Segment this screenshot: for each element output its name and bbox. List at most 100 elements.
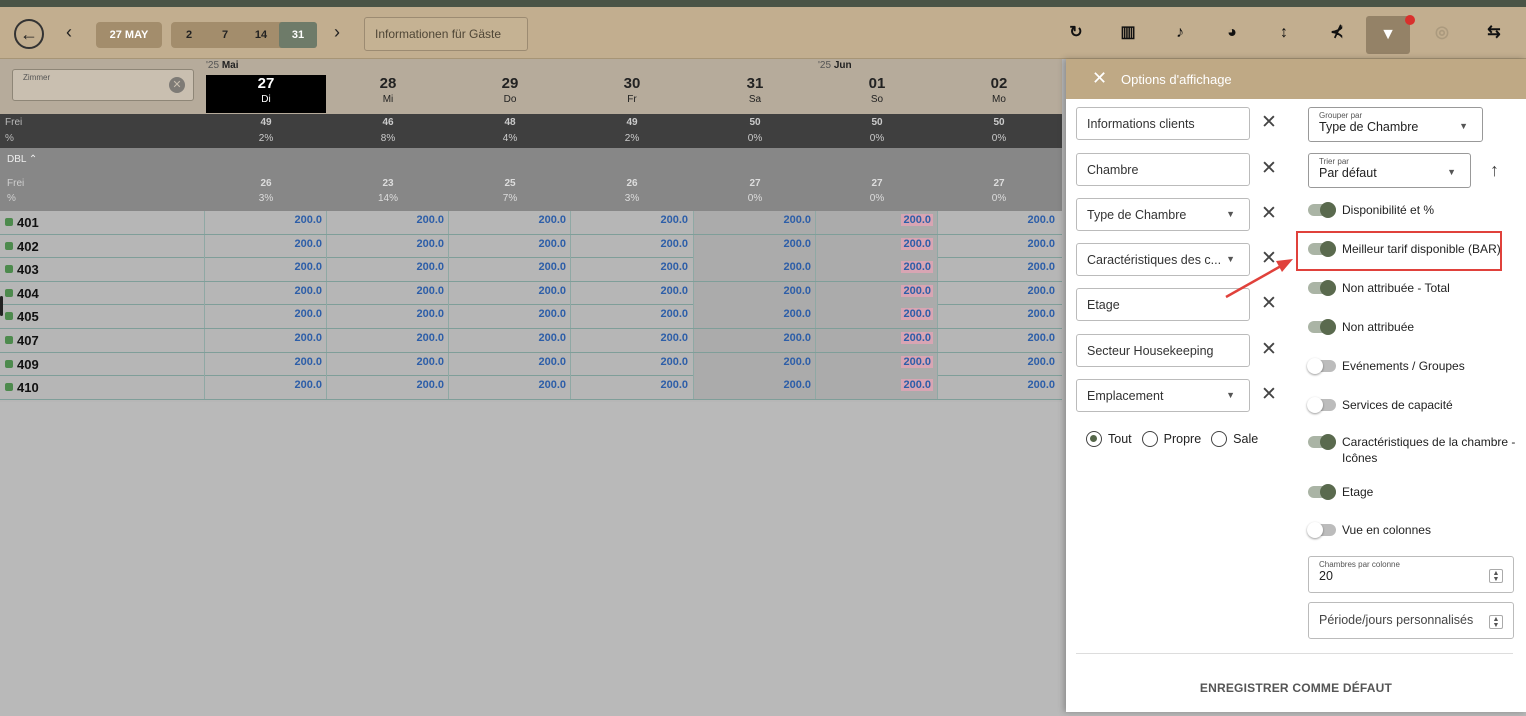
rate-cell[interactable]: 200.0 — [448, 352, 570, 376]
rate-cell[interactable]: 200.0 — [204, 352, 326, 376]
group-toggle[interactable]: DBL ⌃ — [7, 154, 37, 165]
room-number[interactable]: 404 — [5, 286, 39, 301]
rate-cell[interactable]: 200.0 — [937, 329, 1059, 352]
rate-cell[interactable]: 200.0 — [326, 281, 448, 305]
rate-cell[interactable]: 200.0 — [448, 376, 570, 400]
date-column-header[interactable]: 30 Fr — [572, 75, 692, 113]
remove-filter-icon[interactable]: ✕ — [1259, 294, 1279, 314]
rate-cell[interactable]: 200.0 — [448, 329, 570, 352]
range-7-button[interactable]: 7 — [207, 29, 243, 41]
room-number[interactable]: 401 — [5, 215, 39, 230]
rate-cell[interactable]: 200.0 — [448, 234, 570, 258]
rate-cell[interactable]: 200.0 — [326, 305, 448, 329]
rate-cell[interactable]: 200.0 — [815, 211, 937, 234]
radio-sale[interactable] — [1211, 431, 1228, 447]
resize-handle[interactable] — [0, 296, 3, 316]
toggle-switch[interactable] — [1308, 280, 1336, 296]
radio-propre[interactable] — [1141, 431, 1158, 447]
rate-cell[interactable]: 200.0 — [570, 305, 692, 329]
date-column-header[interactable]: 02 Mo — [939, 75, 1059, 113]
filter-field[interactable]: Etage — [1076, 288, 1250, 321]
rate-cell[interactable]: 200.0 — [326, 211, 448, 234]
focus-icon[interactable]: ◎ — [1428, 21, 1456, 45]
rate-cell[interactable]: 200.0 — [693, 352, 815, 376]
radio-tout[interactable] — [1086, 431, 1102, 447]
rate-cell[interactable]: 200.0 — [937, 281, 1059, 305]
date-picker-button[interactable]: 27 MAY — [96, 22, 162, 48]
rate-cell[interactable]: 200.0 — [693, 305, 815, 329]
rooms-per-column-input[interactable]: Chambres par colonne 20 ▲ ▼ — [1308, 556, 1514, 593]
rate-cell[interactable]: 200.0 — [693, 211, 815, 234]
rate-cell[interactable]: 200.0 — [326, 376, 448, 400]
stepper-icon[interactable]: ▲ ▼ — [1489, 615, 1503, 629]
date-column-header[interactable]: 27 Di — [206, 75, 326, 113]
rate-cell[interactable]: 200.0 — [937, 258, 1059, 282]
rate-cell[interactable]: 200.0 — [693, 258, 815, 282]
remove-filter-icon[interactable]: ✕ — [1259, 340, 1279, 360]
filter-field[interactable]: Secteur Housekeeping — [1076, 334, 1250, 367]
rate-cell[interactable]: 200.0 — [937, 376, 1059, 400]
prev-date-button[interactable]: ‹ — [66, 22, 72, 42]
room-number[interactable]: 405 — [5, 309, 39, 324]
rate-cell[interactable]: 200.0 — [570, 329, 692, 352]
back-button[interactable]: ← — [14, 19, 44, 49]
rate-cell[interactable]: 200.0 — [570, 281, 692, 305]
rate-cell[interactable]: 200.0 — [815, 258, 937, 282]
rate-cell[interactable]: 200.0 — [448, 305, 570, 329]
rate-cell[interactable]: 200.0 — [937, 211, 1059, 234]
toggle-switch[interactable] — [1308, 319, 1336, 335]
clear-search-icon[interactable]: ✕ — [169, 77, 185, 93]
filter-icon[interactable]: ▼ — [1366, 16, 1410, 54]
toggle-switch[interactable] — [1308, 434, 1336, 450]
room-number[interactable]: 410 — [5, 380, 39, 395]
swap-layout-icon[interactable]: ⇆ — [1480, 21, 1508, 45]
remove-filter-icon[interactable]: ✕ — [1259, 385, 1279, 405]
rate-cell[interactable]: 200.0 — [937, 305, 1059, 329]
rate-cell[interactable]: 200.0 — [693, 281, 815, 305]
vertical-arrows-icon[interactable]: ↕ — [1270, 21, 1298, 45]
remove-filter-icon[interactable]: ✕ — [1259, 249, 1279, 269]
rate-cell[interactable]: 200.0 — [448, 211, 570, 234]
columns-icon[interactable]: ▥ — [1114, 21, 1142, 45]
group-by-select[interactable]: Grouper par Type de Chambre ▼ — [1308, 107, 1483, 142]
rate-cell[interactable]: 200.0 — [204, 376, 326, 400]
date-column-header[interactable]: 29 Do — [450, 75, 570, 113]
rate-cell[interactable]: 200.0 — [448, 281, 570, 305]
rate-cell[interactable]: 200.0 — [937, 352, 1059, 376]
notification-add-icon[interactable]: ♪ — [1166, 21, 1194, 45]
toggle-switch[interactable] — [1308, 484, 1336, 500]
sort-direction-up-icon[interactable]: ↑ — [1490, 160, 1499, 181]
filter-field[interactable]: Caractéristiques des c... ▼ — [1076, 243, 1250, 276]
rate-cell[interactable]: 200.0 — [570, 258, 692, 282]
rate-cell[interactable]: 200.0 — [204, 305, 326, 329]
next-date-button[interactable]: › — [334, 22, 340, 42]
refresh-icon[interactable]: ↻ — [1062, 21, 1090, 45]
rate-cell[interactable]: 200.0 — [693, 329, 815, 352]
filter-field[interactable]: Type de Chambre ▼ — [1076, 198, 1250, 231]
palette-icon[interactable]: ◕ — [1218, 21, 1246, 45]
rate-cell[interactable]: 200.0 — [815, 352, 937, 376]
rate-cell[interactable]: 200.0 — [204, 258, 326, 282]
rate-cell[interactable]: 200.0 — [570, 234, 692, 258]
rate-cell[interactable]: 200.0 — [326, 352, 448, 376]
remove-filter-icon[interactable]: ✕ — [1259, 113, 1279, 133]
range-31-button[interactable]: 31 — [279, 22, 317, 48]
toggle-switch[interactable] — [1307, 522, 1336, 538]
rate-cell[interactable]: 200.0 — [693, 376, 815, 400]
toggle-switch[interactable] — [1308, 202, 1336, 218]
rate-cell[interactable]: 200.0 — [570, 376, 692, 400]
save-as-default-button[interactable]: ENREGISTRER COMME DÉFAUT — [1066, 681, 1526, 695]
rate-cell[interactable]: 200.0 — [937, 234, 1059, 258]
remove-filter-icon[interactable]: ✕ — [1259, 204, 1279, 224]
guest-info-button[interactable]: Informationen für Gäste — [364, 17, 528, 51]
stepper-icon[interactable]: ▲ ▼ — [1489, 569, 1503, 583]
filter-field[interactable]: Emplacement ▼ — [1076, 379, 1250, 412]
date-column-header[interactable]: 01 So — [817, 75, 937, 113]
rate-cell[interactable]: 200.0 — [815, 376, 937, 400]
rate-cell[interactable]: 200.0 — [326, 234, 448, 258]
rate-cell[interactable]: 200.0 — [326, 258, 448, 282]
toggle-switch[interactable] — [1307, 397, 1336, 413]
rate-cell[interactable]: 200.0 — [570, 211, 692, 234]
close-icon[interactable]: ✕ — [1092, 68, 1107, 89]
rate-cell[interactable]: 200.0 — [815, 234, 937, 258]
